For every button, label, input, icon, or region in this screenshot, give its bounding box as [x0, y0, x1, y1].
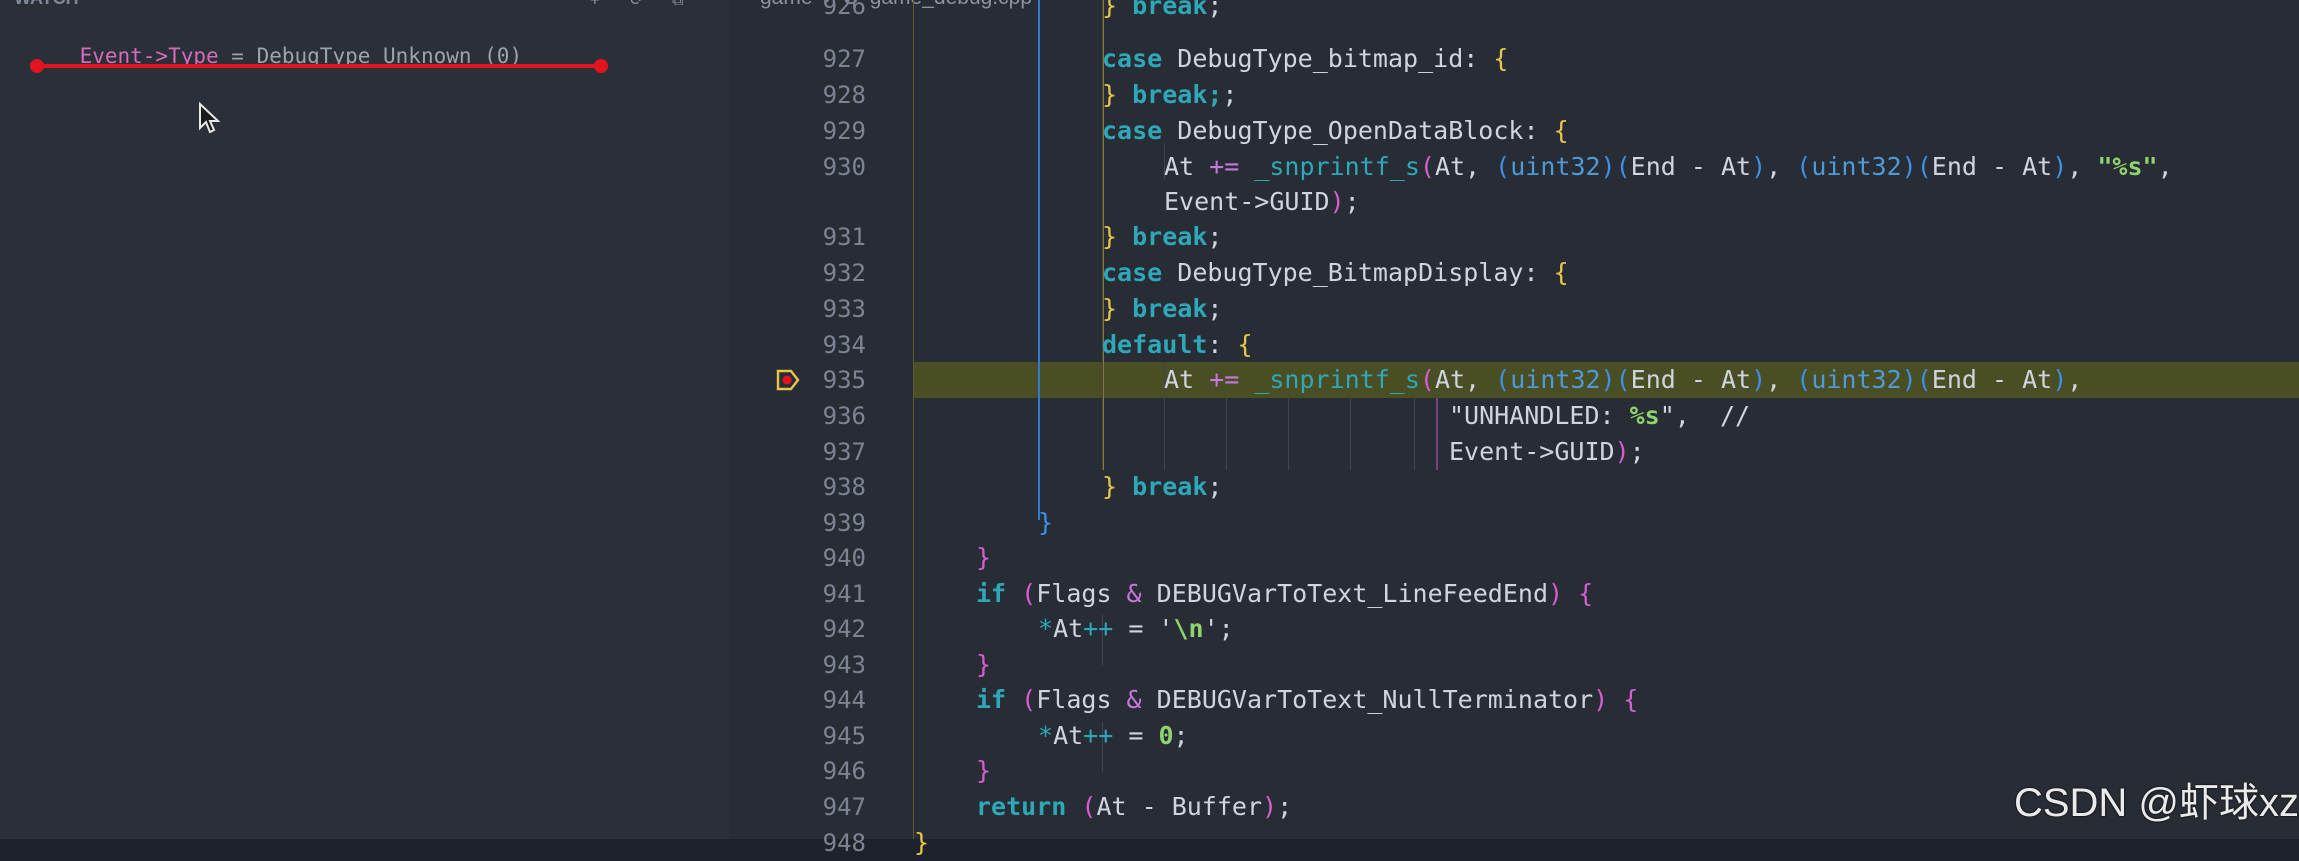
code-line-937[interactable]: Event->GUID);: [1449, 434, 1645, 470]
line-number: 937: [822, 438, 866, 466]
annotation-red-line: [37, 64, 601, 68]
line-number: 932: [822, 259, 866, 287]
current-statement-breakpoint-icon[interactable]: [776, 369, 800, 391]
editor-edge-guide: [913, 0, 914, 839]
line-number: 947: [822, 793, 866, 821]
code-line-946[interactable]: }: [976, 753, 991, 789]
line-number: 948: [822, 829, 866, 857]
line-number: 940: [822, 544, 866, 572]
code-editor[interactable]: game › C game_debug.cpp 926 927 928 929 …: [730, 0, 2299, 857]
line-number: 928: [822, 81, 866, 109]
watch-expression-row[interactable]: Event->Type = DebugType_Unknown (0): [29, 20, 523, 92]
line-number: 938: [822, 473, 866, 501]
line-number: 929: [822, 117, 866, 145]
indent-guide-936a: [1226, 398, 1227, 470]
code-line-944[interactable]: if (Flags & DEBUGVarToText_NullTerminato…: [976, 682, 1638, 718]
line-number: 930: [822, 153, 866, 181]
line-number: 927: [822, 45, 866, 73]
annotation-red-dot-right: [594, 59, 608, 73]
collapse-all-icon[interactable]: ⧉: [672, 0, 690, 9]
code-line-943[interactable]: }: [976, 647, 991, 683]
mouse-pointer-icon: [199, 102, 220, 134]
line-number: 942: [822, 615, 866, 643]
code-line-941[interactable]: if (Flags & DEBUGVarToText_LineFeedEnd) …: [976, 576, 1593, 612]
code-line-933[interactable]: } break;: [1102, 291, 1222, 327]
line-number: 939: [822, 509, 866, 537]
indent-guide-936e: [1436, 398, 1438, 470]
line-number: 934: [822, 331, 866, 359]
line-number: 946: [822, 757, 866, 785]
refresh-icon[interactable]: ⟳: [630, 0, 648, 9]
watch-panel: WATCH + ⟳ ⧉ Event->Type = DebugType_Unkn…: [0, 0, 730, 839]
annotation-red-dot-left: [30, 59, 44, 73]
code-line-940[interactable]: }: [976, 540, 991, 576]
watch-panel-title: WATCH: [14, 0, 79, 9]
watermark: CSDN @虾球xz: [2013, 781, 2299, 825]
code-line-926[interactable]: } break;: [1102, 0, 1222, 24]
line-number: 936: [822, 402, 866, 430]
indent-guide-936b: [1288, 398, 1289, 470]
indent-guide-936d: [1414, 398, 1415, 470]
code-line-934[interactable]: default: {: [1102, 327, 1253, 363]
code-line-929[interactable]: case DebugType_OpenDataBlock: {: [1102, 113, 1569, 149]
code-line-948[interactable]: }: [914, 825, 929, 861]
indent-guide-switch: [1038, 0, 1040, 520]
code-line-945[interactable]: *At++ = 0;: [1038, 718, 1189, 754]
code-line-930[interactable]: At += _snprintf_s(At, (uint32)(End - At)…: [1164, 149, 2173, 185]
line-number: 943: [822, 651, 866, 679]
code-line-928[interactable]: } break;;: [1102, 77, 1237, 113]
line-number: 933: [822, 295, 866, 323]
code-line-930-cont[interactable]: Event->GUID);: [1164, 184, 1360, 220]
line-number: 944: [822, 686, 866, 714]
code-line-931[interactable]: } break;: [1102, 219, 1222, 255]
line-number: 941: [822, 580, 866, 608]
code-line-942[interactable]: *At++ = '\n';: [1038, 611, 1234, 647]
code-line-935[interactable]: At += _snprintf_s(At, (uint32)(End - At)…: [1164, 362, 2082, 398]
code-line-947[interactable]: return (At - Buffer);: [976, 789, 1292, 825]
code-line-939[interactable]: }: [1038, 505, 1053, 541]
indent-guide-936c: [1350, 398, 1351, 470]
add-expression-icon[interactable]: +: [590, 0, 608, 9]
line-number: 926: [822, 0, 866, 20]
line-number: 931: [822, 223, 866, 251]
line-number: 945: [822, 722, 866, 750]
code-line-936[interactable]: "UNHANDLED: %s", //: [1449, 398, 1750, 434]
code-line-938[interactable]: } break;: [1102, 469, 1222, 505]
code-line-927[interactable]: case DebugType_bitmap_id: {: [1102, 41, 1508, 77]
code-line-932[interactable]: case DebugType_BitmapDisplay: {: [1102, 255, 1569, 291]
